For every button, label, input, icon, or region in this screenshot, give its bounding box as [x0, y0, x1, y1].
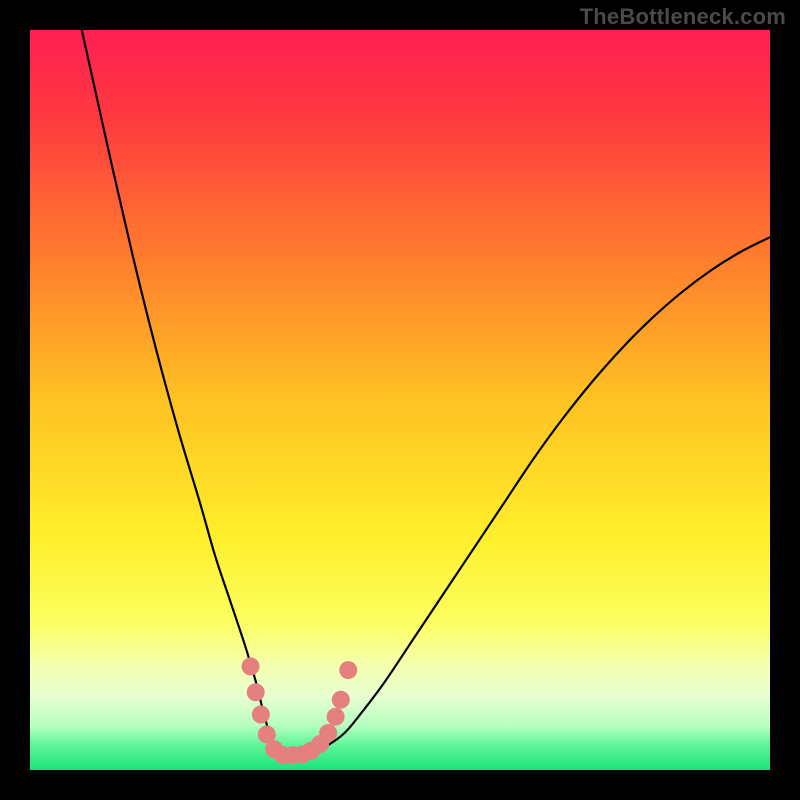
marker-point: [327, 708, 345, 726]
marker-point: [332, 691, 350, 709]
chart-frame: TheBottleneck.com: [0, 0, 800, 800]
marker-point: [252, 706, 270, 724]
marker-point: [339, 661, 357, 679]
marker-point: [242, 657, 260, 675]
marker-point: [247, 683, 265, 701]
marker-point: [319, 724, 337, 742]
chart-svg: [30, 30, 770, 770]
watermark-text: TheBottleneck.com: [580, 4, 786, 30]
